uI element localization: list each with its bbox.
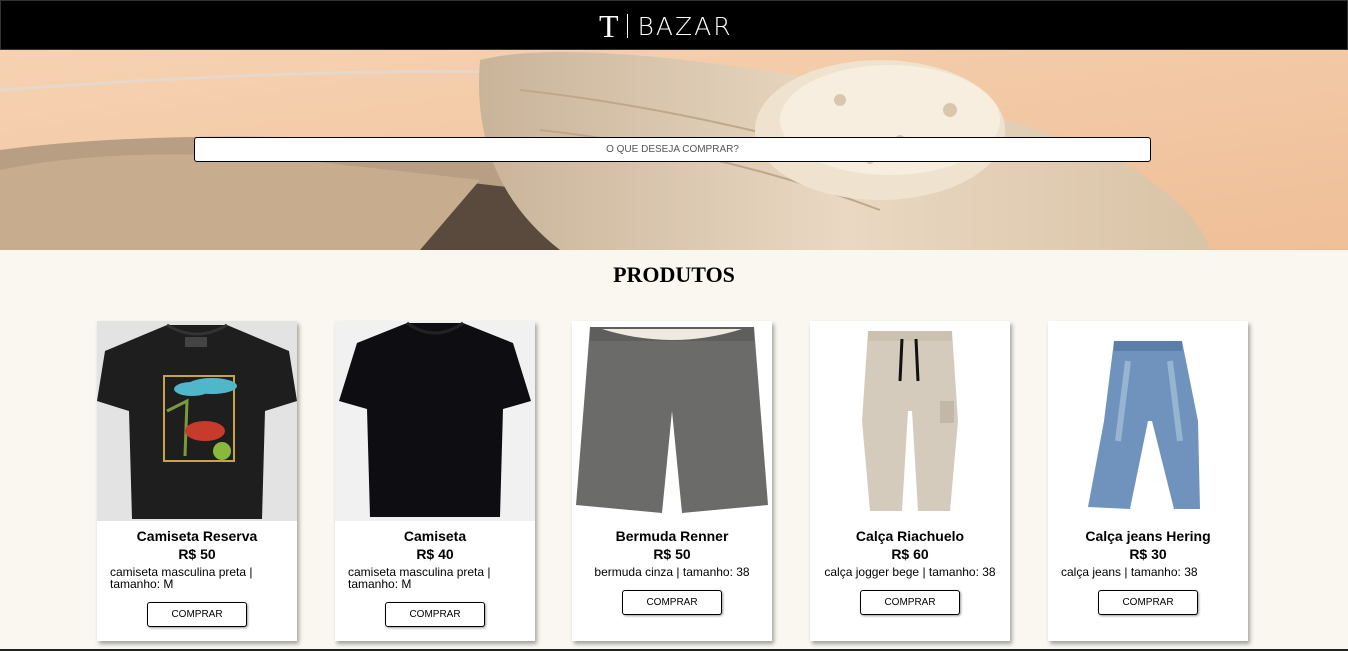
product-description: bermuda cinza | tamanho: 38 <box>572 566 772 578</box>
section-title: PRODUTOS <box>613 262 735 287</box>
buy-button[interactable]: COMPRAR <box>860 590 960 615</box>
brand-logo[interactable]: T BAZAR <box>599 9 733 43</box>
buy-button[interactable]: COMPRAR <box>147 602 247 627</box>
product-card[interactable]: Calça Riachuelo R$ 60 calça jogger bege … <box>810 321 1010 641</box>
product-image[interactable] <box>810 321 1010 521</box>
logo-divider <box>626 14 628 38</box>
desc-line: bermuda cinza | tamanho: 38 <box>594 565 750 579</box>
product-price: R$ 60 <box>891 546 929 562</box>
product-name: Camiseta Reserva <box>136 528 258 544</box>
product-name: Calça jeans Hering <box>1085 528 1211 544</box>
brand-name: BAZAR <box>637 11 733 41</box>
top-bar: T BAZAR <box>0 0 1348 50</box>
product-description: camiseta masculina preta | tamanho: M <box>97 566 297 590</box>
brand-mark: T <box>599 8 619 44</box>
buy-button[interactable]: COMPRAR <box>622 590 722 615</box>
product-name: Calça Riachuelo <box>855 528 965 544</box>
search-input[interactable] <box>194 137 1151 162</box>
desc-line: calça jogger bege | tamanho: 38 <box>824 565 996 579</box>
product-image[interactable] <box>97 321 297 521</box>
product-name: Camiseta <box>403 528 467 544</box>
product-image[interactable] <box>1048 321 1248 521</box>
product-price: R$ 30 <box>1129 546 1167 562</box>
product-description: calça jogger bege | tamanho: 38 <box>810 566 1010 578</box>
desc-line: calça jeans | tamanho: 38 <box>1061 565 1198 579</box>
product-description: calça jeans | tamanho: 38 <box>1048 566 1248 578</box>
product-card[interactable]: Calça jeans Hering R$ 30 calça jeans | t… <box>1048 321 1248 641</box>
desc-line: tamanho: M <box>348 577 412 591</box>
desc-line: tamanho: M <box>110 577 174 591</box>
product-card[interactable]: Bermuda Renner R$ 50 bermuda cinza | tam… <box>572 321 772 641</box>
product-price: R$ 50 <box>178 546 216 562</box>
buy-button[interactable]: COMPRAR <box>385 602 485 627</box>
product-name: Bermuda Renner <box>615 528 729 544</box>
product-description: camiseta masculina preta | tamanho: M <box>335 566 535 590</box>
product-image[interactable] <box>335 321 535 521</box>
buy-button[interactable]: COMPRAR <box>1098 590 1198 615</box>
product-price: R$ 50 <box>653 546 691 562</box>
product-card[interactable]: Camiseta Reserva R$ 50 camiseta masculin… <box>97 321 297 641</box>
product-card[interactable]: Camiseta R$ 40 camiseta masculina preta … <box>335 321 535 641</box>
product-image[interactable] <box>572 321 772 521</box>
product-price: R$ 40 <box>416 546 454 562</box>
